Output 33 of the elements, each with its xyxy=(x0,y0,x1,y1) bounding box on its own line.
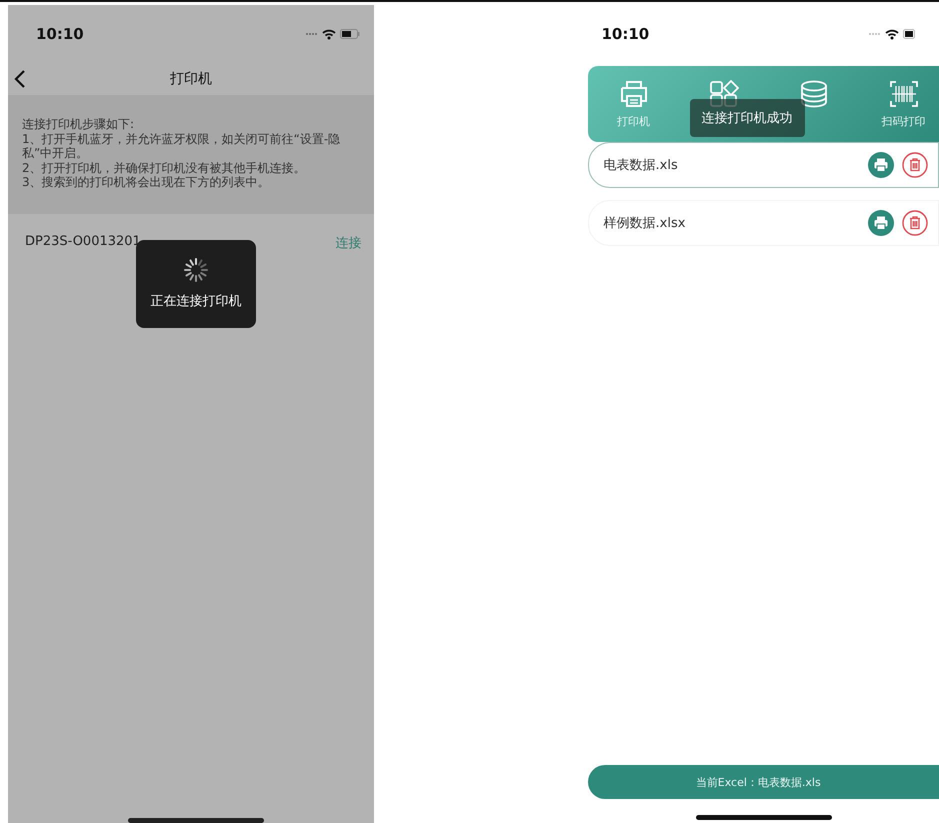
file-row[interactable]: 样例数据.xlsx xyxy=(588,200,939,246)
instruction-text: 连接打印机步骤如下: xyxy=(22,117,136,132)
back-icon[interactable] xyxy=(14,69,26,89)
print-icon[interactable] xyxy=(868,152,894,178)
toast-message: 连接打印机成功 xyxy=(690,99,804,137)
toolbar-label[interactable]: 打印机 xyxy=(617,114,650,128)
status-time: 10:10 xyxy=(36,25,84,43)
instruction-text: 3、搜索到的打印机将会出现在下方的列表中。 xyxy=(22,175,271,190)
file-row[interactable]: 电表数据.xls xyxy=(588,142,939,188)
printer-icon[interactable] xyxy=(618,80,648,108)
file-name: 样例数据.xlsx xyxy=(604,215,686,232)
toast-message: 正在连接打印机 xyxy=(150,293,242,310)
current-file-bar: 当前Excel：电表数据.xls xyxy=(588,765,939,799)
spinner-icon xyxy=(184,258,208,282)
device-name: DP23S-O0013201 xyxy=(25,234,141,250)
battery-icon xyxy=(903,29,915,39)
signal-icon xyxy=(867,32,881,36)
barcode-icon[interactable] xyxy=(888,80,918,108)
toolbar-label[interactable]: 扫码打印 xyxy=(882,114,926,128)
battery-icon xyxy=(340,29,360,39)
page-title: 打印机 xyxy=(170,70,212,88)
file-name: 电表数据.xls xyxy=(604,157,679,174)
wifi-icon xyxy=(885,28,899,40)
print-icon[interactable] xyxy=(868,210,894,236)
wifi-icon xyxy=(322,28,336,40)
instruction-text: 1、打开手机蓝牙，并允许蓝牙权限，如关闭可前往“设置-隐私”中开启。 xyxy=(22,132,342,160)
instruction-text: 2、打开打印机，并确保打印机没有被其他手机连接。 xyxy=(22,160,307,175)
connect-link[interactable]: 连接 xyxy=(336,234,362,252)
signal-icon xyxy=(304,32,318,36)
trash-icon[interactable] xyxy=(902,152,928,178)
database-icon[interactable] xyxy=(798,80,828,108)
trash-icon[interactable] xyxy=(902,210,928,236)
status-time: 10:10 xyxy=(602,25,650,43)
